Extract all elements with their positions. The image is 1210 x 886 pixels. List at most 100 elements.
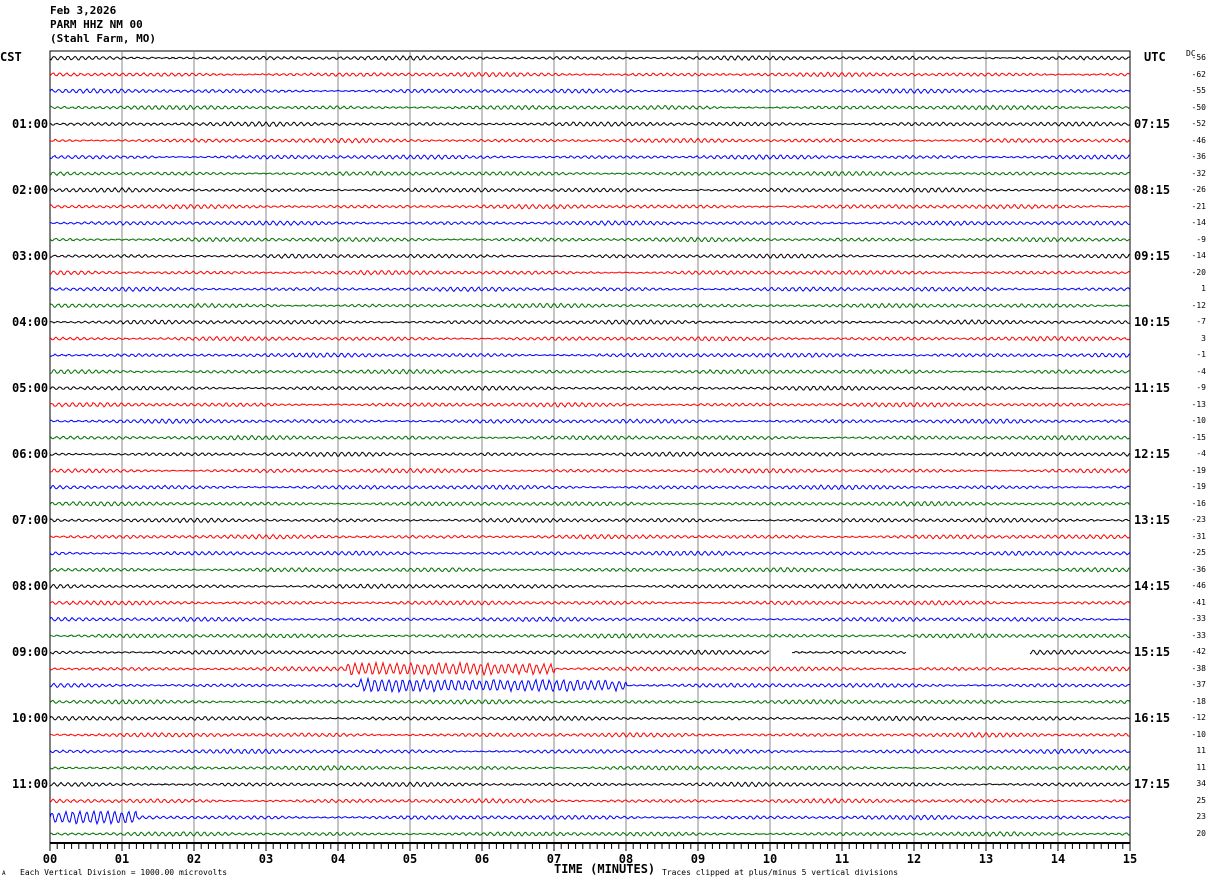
trace-line-37 — [49, 660, 1131, 677]
trace-line-12 — [49, 253, 1131, 259]
x-tick-label: 14 — [1051, 852, 1065, 866]
dc-offset-label: 1 — [1201, 284, 1206, 294]
trace-line-42 — [49, 748, 1131, 755]
dc-offset-label: -55 — [1191, 86, 1206, 96]
cst-hour-label: 11:00 — [12, 777, 49, 792]
utc-hour-label: 11:15 — [1134, 381, 1171, 396]
dc-offset-label: -9 — [1196, 234, 1206, 244]
trace-line-23 — [49, 434, 1131, 441]
trace-line-7 — [49, 170, 1131, 177]
utc-hour-label: 12:15 — [1134, 447, 1171, 462]
trace-line-39 — [49, 699, 1131, 705]
x-tick-label: 11 — [835, 852, 849, 866]
trace-line-20 — [49, 385, 1131, 392]
dc-offset-label: -4 — [1196, 366, 1206, 376]
trace-line-15 — [49, 302, 1131, 309]
trace-line-26 — [49, 484, 1131, 490]
cst-hour-label: 02:00 — [12, 183, 49, 198]
trace-line-35 — [49, 633, 1131, 639]
trace-line-38 — [49, 676, 1131, 694]
dc-offset-label: -56 — [1191, 53, 1206, 62]
trace-line-18 — [49, 352, 1131, 358]
dc-offset-label: -38 — [1191, 663, 1206, 673]
x-tick-label: 15 — [1123, 852, 1137, 866]
dc-offset-label: -62 — [1191, 69, 1206, 79]
dc-offset-label: 11 — [1196, 746, 1206, 756]
trace-line-44 — [49, 781, 1131, 788]
trace-line-6 — [49, 154, 1131, 161]
trace-line-11 — [49, 236, 1131, 243]
dc-offset-label: -12 — [1191, 300, 1206, 310]
trace-line-16 — [50, 319, 1131, 325]
trace-line-4 — [49, 121, 1131, 127]
x-tick-label: 13 — [979, 852, 993, 866]
dc-offset-label: -16 — [1191, 498, 1206, 508]
trace-line-3 — [49, 104, 1131, 111]
trace-line-46 — [49, 809, 1131, 826]
dc-offset-label: -32 — [1191, 168, 1206, 178]
helicorder-plot: 00 01 02 03 04 05 06 07 08 09 10 11 12 13 14 15 — [43, 50, 1137, 866]
x-tick-label: 00 — [43, 852, 57, 866]
trace-line-31 — [49, 566, 1131, 573]
utc-hour-label: 17:15 — [1134, 777, 1171, 792]
dc-offset-label: -46 — [1191, 581, 1206, 591]
clip-note: Traces clipped at plus/minus 5 vertical … — [662, 868, 899, 877]
dc-offset-label: -46 — [1191, 135, 1206, 145]
x-tick-label: 06 — [475, 852, 489, 866]
dc-offset-label: -13 — [1191, 399, 1206, 409]
dc-offset-label: -15 — [1191, 432, 1206, 442]
x-tick-label: 01 — [115, 852, 129, 866]
utc-hour-label: 10:15 — [1134, 315, 1171, 330]
cst-hour-label: 03:00 — [12, 249, 49, 264]
trace-line-36 — [49, 649, 1131, 656]
dc-offset-label: -42 — [1191, 647, 1206, 657]
dc-offset-label: -14 — [1191, 251, 1206, 261]
trace-line-9 — [49, 203, 1131, 210]
plot-frame — [49, 50, 1131, 844]
dc-offset-label: -33 — [1191, 614, 1206, 624]
x-tick-label: 04 — [331, 852, 345, 866]
dc-offset-label: -36 — [1191, 152, 1206, 162]
cst-hour-label: 01:00 — [12, 117, 49, 132]
trace-line-47 — [49, 830, 1131, 837]
cst-axis-title: CST — [0, 50, 22, 64]
trace-line-2 — [49, 88, 1131, 95]
utc-hour-label: 09:15 — [1134, 249, 1171, 264]
utc-hour-label: 15:15 — [1134, 645, 1171, 660]
x-tick-label: 02 — [187, 852, 201, 866]
x-axis-title: TIME (MINUTES) — [554, 862, 656, 876]
trace-line-13 — [49, 269, 1131, 276]
trace-line-10 — [49, 220, 1131, 227]
dc-offset-label: -4 — [1196, 449, 1206, 459]
trace-line-22 — [49, 418, 1131, 425]
dc-offset-label: -9 — [1196, 383, 1206, 393]
utc-hour-label: 14:15 — [1134, 579, 1171, 594]
dc-offset-label: -12 — [1191, 713, 1206, 723]
dc-offset-label: -1 — [1196, 350, 1206, 360]
dc-offset-label: -23 — [1191, 515, 1206, 525]
dc-offset-label: -31 — [1191, 531, 1206, 541]
utc-hour-label: 16:15 — [1134, 711, 1171, 726]
dc-offset-label: -50 — [1191, 102, 1206, 112]
cst-hour-label: 04:00 — [12, 315, 49, 330]
x-tick-label: 05 — [403, 852, 417, 866]
trace-line-21 — [49, 401, 1131, 408]
utc-hour-label: 13:15 — [1134, 513, 1171, 528]
dc-offset-label: 34 — [1196, 779, 1206, 789]
dc-offset-label: 11 — [1196, 762, 1206, 772]
dc-offset-label: -7 — [1196, 317, 1206, 327]
trace-line-24 — [49, 451, 1131, 458]
cst-hour-label: 05:00 — [12, 381, 49, 396]
trace-line-8 — [49, 186, 1131, 193]
dc-offset-label: -19 — [1191, 482, 1206, 492]
trace-line-40 — [49, 715, 1131, 722]
trace-line-33 — [49, 599, 1131, 606]
utc-hour-label: 08:15 — [1134, 183, 1171, 198]
trace-line-27 — [49, 500, 1131, 507]
dc-offset-label: -37 — [1191, 680, 1206, 690]
dc-offset-label: -52 — [1191, 119, 1206, 129]
dc-offset-label: -36 — [1191, 564, 1206, 574]
trace-line-41 — [49, 731, 1131, 738]
dc-offset-label: -21 — [1191, 201, 1206, 211]
x-tick-label: 10 — [763, 852, 777, 866]
